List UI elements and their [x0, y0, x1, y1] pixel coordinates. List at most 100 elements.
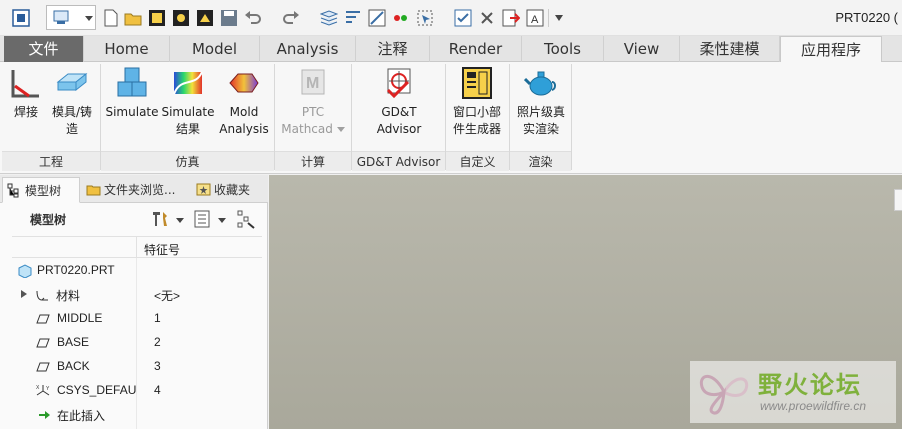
new-icon[interactable]: [102, 9, 120, 27]
export-icon[interactable]: [502, 9, 520, 27]
dropdown-icon: [85, 16, 93, 21]
tab-analysis[interactable]: Analysis: [260, 36, 356, 62]
column-divider[interactable]: [136, 237, 137, 258]
material-icon: [36, 290, 48, 301]
tree-row-name: BASE: [57, 335, 90, 349]
tab-model[interactable]: Model: [170, 36, 260, 62]
tab-home[interactable]: Home: [84, 36, 170, 62]
tree-row-feature-id: <无>: [154, 289, 181, 303]
column-header[interactable]: 特征号: [12, 236, 262, 258]
group-label-gdt-advisor: GD&T Advisor: [352, 151, 445, 171]
tab-tools[interactable]: Tools: [522, 36, 604, 62]
graphics-toolbar-handle[interactable]: [894, 189, 902, 211]
simulate-button[interactable]: Simulate: [104, 66, 160, 121]
window-icon[interactable]: [172, 9, 190, 27]
tree-row-datum-plane[interactable]: BASE 2: [12, 331, 262, 355]
settings-icon[interactable]: [150, 209, 170, 229]
tree-row-coordinate-system[interactable]: XY CSYS_DEFAUL 4: [12, 379, 262, 403]
tab-flexible-modeling[interactable]: 柔性建模: [680, 36, 780, 62]
graphics-window[interactable]: 野火论坛 www.proewildfire.cn: [269, 175, 902, 429]
part-icon: [18, 264, 32, 278]
tree-row-datum-plane[interactable]: BACK 3: [12, 355, 262, 379]
forum-watermark: 野火论坛 www.proewildfire.cn: [690, 361, 896, 423]
save-icon[interactable]: [220, 9, 238, 27]
tab-render[interactable]: Render: [430, 36, 522, 62]
group-label-render: 渲染: [510, 151, 571, 171]
expand-icon[interactable]: [21, 290, 27, 298]
mold-analysis-button[interactable]: Mold Analysis: [216, 66, 272, 138]
tab-model-tree-label: 模型树: [25, 184, 62, 198]
tab-model-tree[interactable]: 模型树: [2, 177, 80, 203]
coordinate-system-icon: XY: [36, 385, 50, 396]
layers-icon[interactable]: [320, 9, 338, 27]
mold-analysis-label-1: Mold: [229, 105, 259, 119]
window-activate-icon[interactable]: [196, 9, 214, 27]
model-tree-header: 模型树: [0, 203, 268, 233]
ptc-mathcad-button[interactable]: M PTC Mathcad: [278, 66, 348, 138]
draft-icon[interactable]: [368, 9, 386, 27]
tree-row-material[interactable]: 材料 <无>: [12, 283, 262, 307]
tab-annotate[interactable]: 注释: [356, 36, 430, 62]
widget-generator-button[interactable]: 窗口小部 件生成器: [448, 66, 506, 138]
favorites-icon: [196, 183, 211, 196]
weld-button[interactable]: 焊接: [6, 66, 46, 121]
teapot-icon: [524, 71, 556, 96]
model-tree-title: 模型树: [30, 213, 67, 227]
photo-render-label-2: 实渲染: [522, 122, 559, 136]
datum-plane-icon: [36, 338, 50, 348]
tree-row-insert-here[interactable]: 在此插入: [12, 403, 262, 427]
sort-icon[interactable]: [344, 9, 362, 27]
mold-label-1: 模具/铸: [51, 105, 93, 119]
mold-icon: [56, 72, 88, 92]
undo-icon[interactable]: [244, 9, 262, 27]
weld-icon: [11, 70, 39, 98]
ribbon-tab-bar: 文件 Home Model Analysis 注释 Render Tools V…: [0, 36, 902, 63]
open-icon[interactable]: [124, 9, 142, 27]
gdt-advisor-icon: [386, 68, 411, 99]
settings-dropdown-icon[interactable]: [176, 218, 184, 223]
app-icon[interactable]: [12, 9, 30, 27]
simulate-results-label-1: Simulate: [161, 105, 215, 119]
check-icon[interactable]: [454, 9, 472, 27]
display-style-dropdown[interactable]: [46, 5, 96, 30]
datum-plane-icon: [36, 362, 50, 372]
mold-cast-button[interactable]: 模具/铸 造: [48, 66, 96, 138]
tab-view[interactable]: View: [604, 36, 680, 62]
tab-applications[interactable]: 应用程序: [780, 36, 882, 63]
customize-icon[interactable]: [555, 15, 563, 21]
simulate-label: Simulate: [105, 105, 159, 119]
tab-favorites[interactable]: 收藏夹: [192, 177, 266, 203]
model-tree-icon: [7, 183, 19, 198]
redo-icon[interactable]: [282, 9, 300, 27]
tab-favorites-label: 收藏夹: [214, 183, 251, 197]
svg-text:A: A: [531, 14, 539, 26]
regenerate-icon[interactable]: [148, 9, 166, 27]
simulate-results-button[interactable]: Simulate 结果: [160, 66, 216, 138]
tab-file[interactable]: 文件: [4, 36, 84, 62]
tree-row-part[interactable]: PRT0220.PRT: [12, 259, 262, 283]
show-dropdown-icon[interactable]: [218, 218, 226, 223]
ribbon-panel: 焊接 模具/铸 造 工程 Simulate Simulate 结果 Mold A…: [0, 62, 902, 174]
tree-filter-icon[interactable]: [236, 209, 256, 229]
widget-generator-icon: [462, 67, 492, 99]
tab-folder-browser[interactable]: 文件夹浏览...: [82, 177, 190, 203]
color-icon[interactable]: [392, 9, 410, 27]
mathcad-label-1: PTC: [301, 105, 325, 119]
photo-render-label-1: 照片级真: [516, 105, 565, 119]
gdt-label-1: GD&T: [381, 105, 417, 119]
svg-text:Y: Y: [46, 386, 50, 392]
weld-label: 焊接: [13, 105, 38, 119]
close-icon[interactable]: [478, 9, 496, 27]
tree-row-datum-plane[interactable]: MIDDLE 1: [12, 307, 262, 331]
group-label-compute: 计算: [275, 151, 351, 171]
select-icon[interactable]: [416, 9, 434, 27]
photo-render-button[interactable]: 照片级真 实渲染: [512, 66, 570, 138]
insert-arrow-icon: [39, 411, 50, 419]
gdt-advisor-button[interactable]: GD&T Advisor: [356, 66, 442, 138]
text-icon[interactable]: A: [526, 9, 544, 27]
mold-label-2: 造: [65, 122, 78, 136]
tree-row-feature-id: 3: [154, 359, 161, 373]
group-separator: [571, 64, 572, 170]
show-icon[interactable]: [192, 209, 212, 229]
mathcad-dropdown-icon[interactable]: [336, 127, 345, 132]
